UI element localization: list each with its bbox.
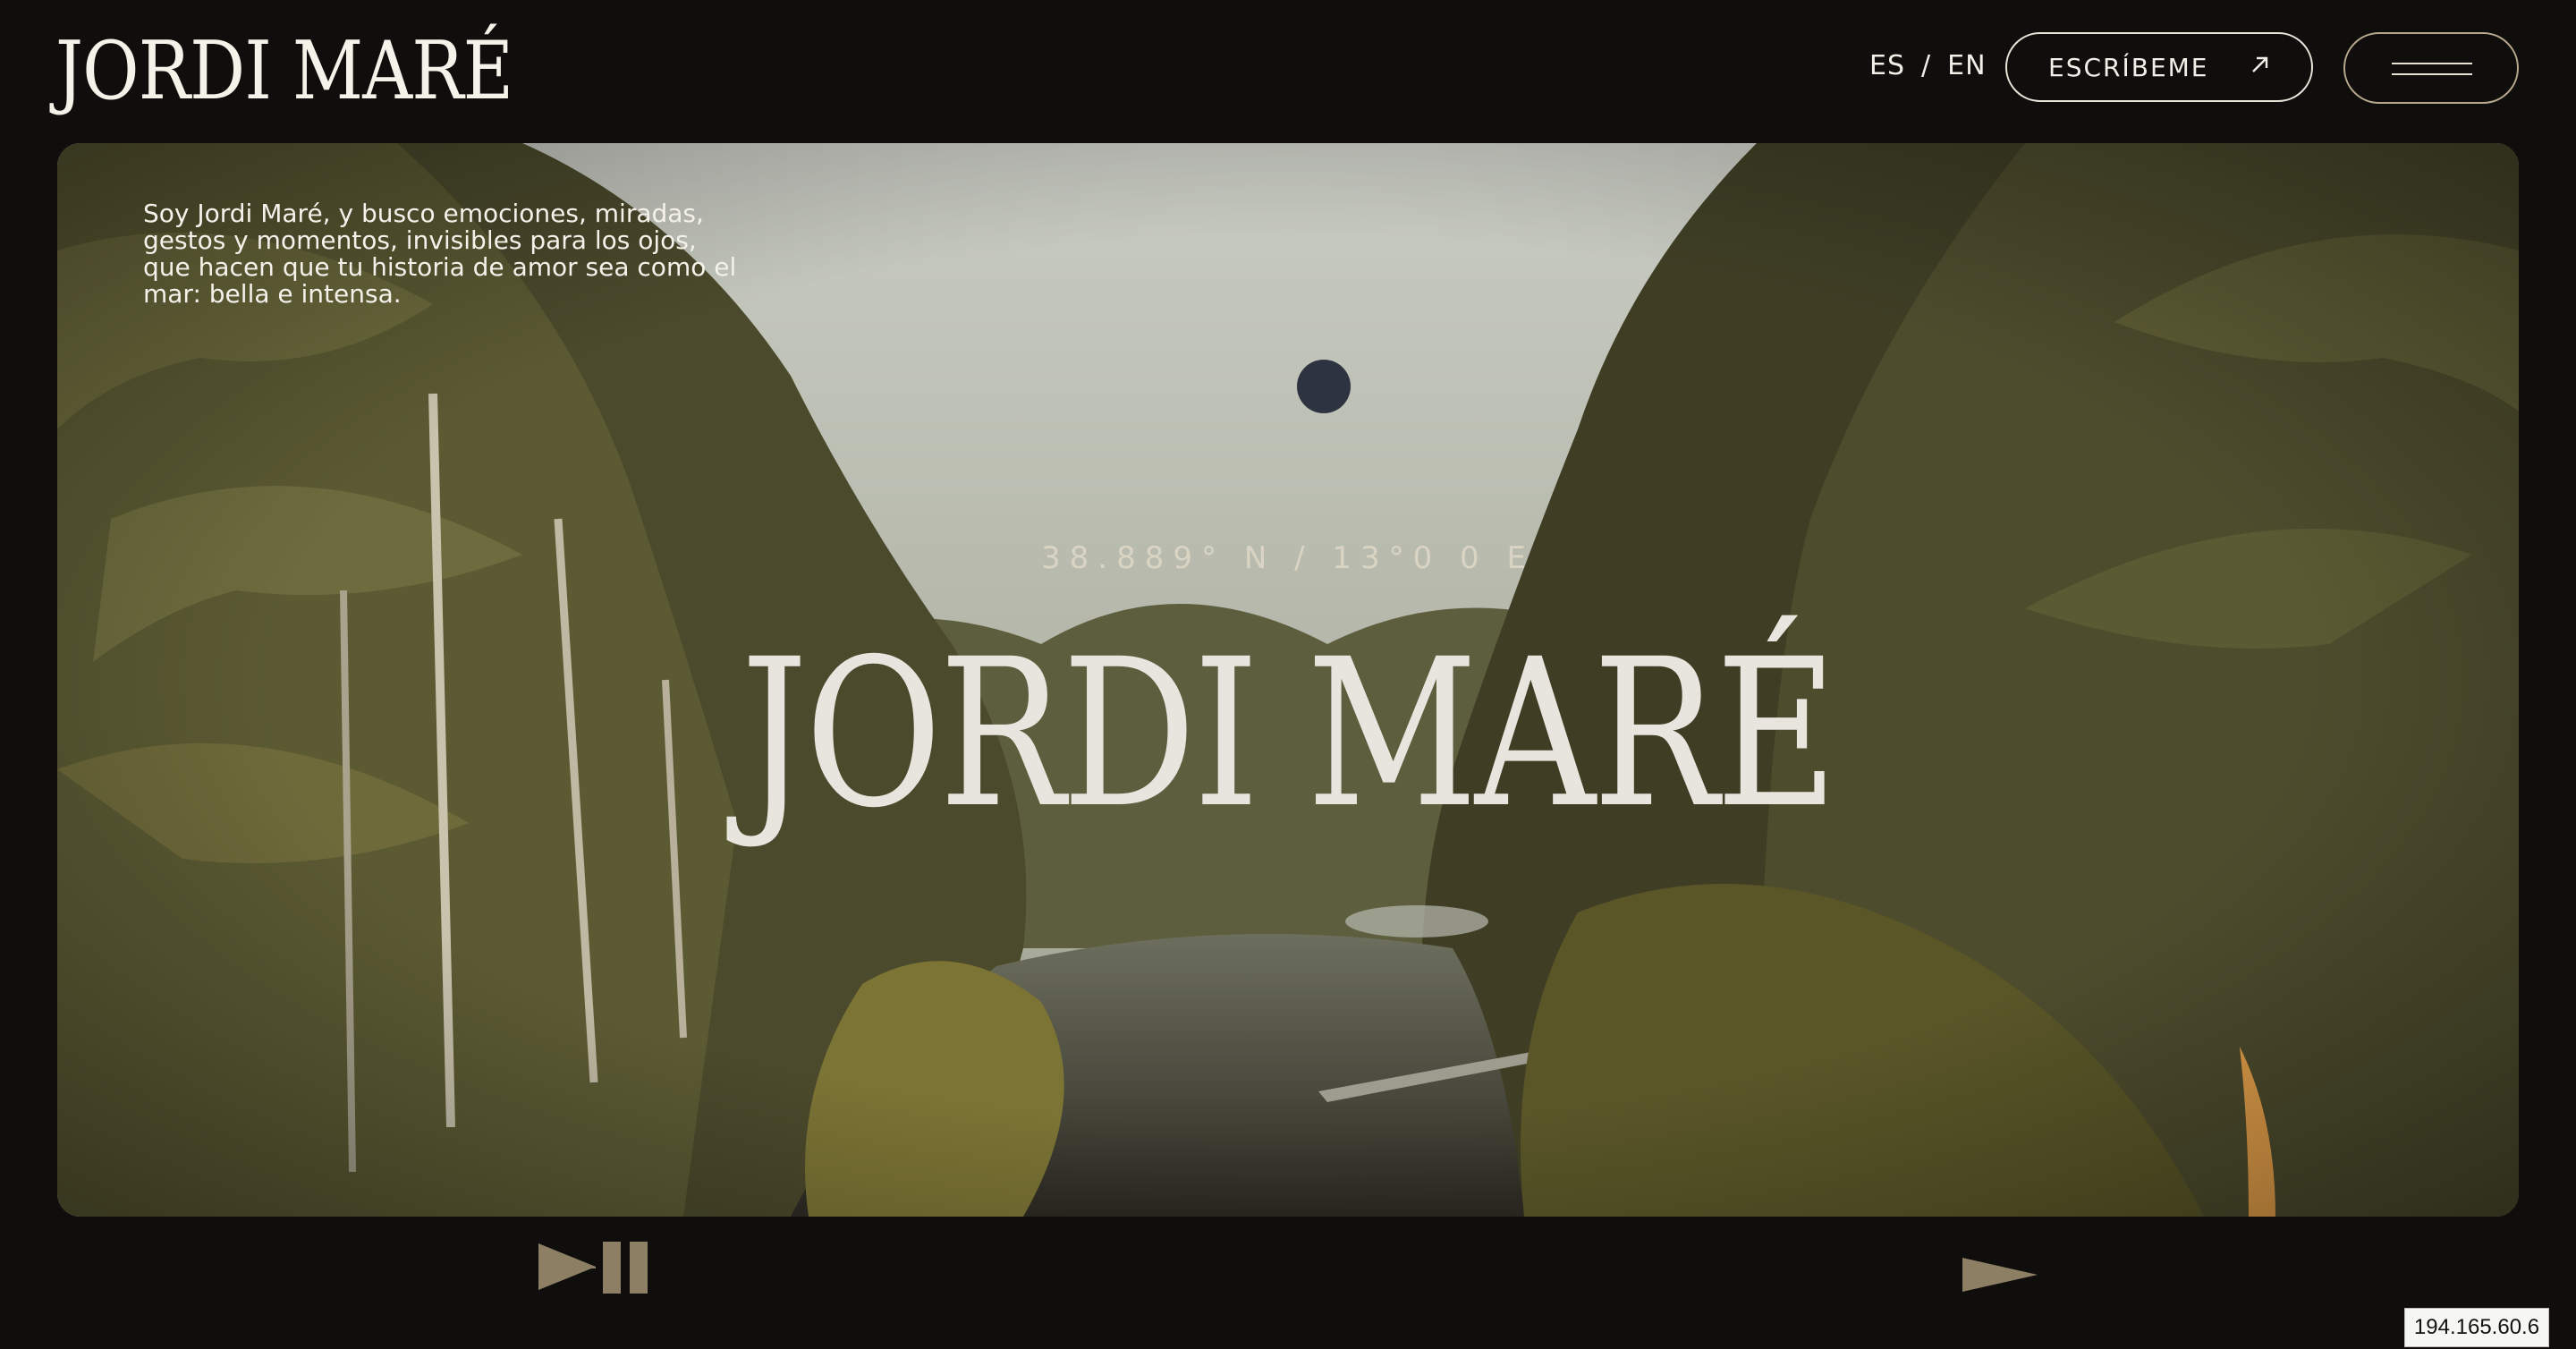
cursor-indicator: [1297, 360, 1351, 413]
next-button[interactable]: [1961, 1256, 2041, 1297]
contact-button-label: ESCRÍBEME: [2048, 52, 2209, 82]
arrow-up-right-icon: [2249, 53, 2272, 82]
contact-button[interactable]: ESCRÍBEME: [2005, 32, 2313, 102]
intro-text: Soy Jordi Maré, y busco emociones, mirad…: [143, 199, 737, 309]
coordinates-label: 38.889° N / 13°0 0 E: [1041, 540, 1535, 576]
hero-video: Soy Jordi Maré, y busco emociones, mirad…: [57, 143, 2519, 1217]
site-logo[interactable]: JORDI MARÉ: [55, 27, 513, 116]
language-switcher: ES / EN: [1869, 50, 1987, 81]
next-arrow-icon: [1962, 1258, 2038, 1292]
lang-es-link[interactable]: ES: [1869, 50, 1905, 81]
play-pause-icon: [538, 1242, 648, 1294]
hero-title: JORDI MARÉ: [57, 626, 2519, 841]
ip-address-badge: 194.165.60.6: [2404, 1308, 2549, 1347]
menu-button[interactable]: [2343, 32, 2519, 104]
play-pause-button[interactable]: [537, 1240, 653, 1299]
lang-en-link[interactable]: EN: [1947, 50, 1986, 81]
lang-separator: /: [1921, 50, 1932, 81]
hero-title-text: JORDI MARÉ: [741, 615, 1837, 853]
